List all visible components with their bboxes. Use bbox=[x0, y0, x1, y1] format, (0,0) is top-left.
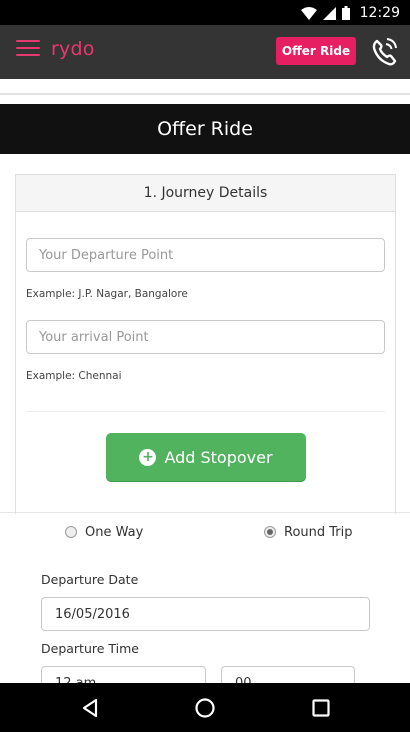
radio-button-checked-icon bbox=[264, 526, 276, 538]
status-time: 12:29 bbox=[359, 5, 400, 21]
departure-time-label: Departure Time bbox=[41, 641, 139, 656]
section-divider bbox=[0, 512, 410, 513]
status-icons: 12:29 bbox=[300, 4, 400, 22]
back-icon[interactable] bbox=[78, 695, 104, 721]
status-bar: 12:29 bbox=[0, 0, 410, 25]
phone-call-icon[interactable] bbox=[370, 35, 400, 67]
departure-date-field[interactable]: 16/05/2016 bbox=[41, 597, 370, 631]
departure-example-hint: Example: J.P. Nagar, Bangalore bbox=[26, 288, 188, 300]
sub-header-divider bbox=[0, 93, 410, 95]
one-way-radio[interactable]: One Way bbox=[65, 523, 143, 541]
journey-details-header: 1. Journey Details bbox=[16, 175, 395, 212]
departure-date-label: Departure Date bbox=[41, 572, 139, 587]
wifi-icon bbox=[300, 6, 317, 20]
home-icon[interactable] bbox=[192, 695, 218, 721]
departure-point-input[interactable] bbox=[26, 238, 385, 272]
signal-icon bbox=[322, 6, 336, 20]
form-divider bbox=[26, 411, 385, 412]
one-way-label: One Way bbox=[85, 524, 144, 540]
menu-icon[interactable] bbox=[16, 40, 40, 58]
add-stopover-label: Add Stopover bbox=[164, 447, 273, 467]
offer-ride-button[interactable]: Offer Ride bbox=[276, 37, 356, 65]
arrival-example-hint: Example: Chennai bbox=[26, 370, 122, 382]
arrival-point-input[interactable] bbox=[26, 320, 385, 354]
page-title: Offer Ride bbox=[157, 118, 253, 140]
add-stopover-button[interactable]: + Add Stopover bbox=[106, 433, 306, 481]
sub-header-strip bbox=[0, 79, 410, 104]
round-trip-radio[interactable]: Round Trip bbox=[264, 523, 353, 541]
radio-button-icon bbox=[65, 526, 77, 538]
battery-icon bbox=[341, 6, 350, 20]
plus-circle-icon: + bbox=[139, 448, 157, 466]
app-bar: rydo Offer Ride bbox=[0, 25, 410, 79]
app-logo: rydo bbox=[51, 38, 95, 60]
system-nav-bar bbox=[0, 683, 410, 732]
recents-icon[interactable] bbox=[308, 695, 334, 721]
page-title-bar: Offer Ride bbox=[0, 104, 410, 154]
round-trip-label: Round Trip bbox=[284, 524, 353, 540]
